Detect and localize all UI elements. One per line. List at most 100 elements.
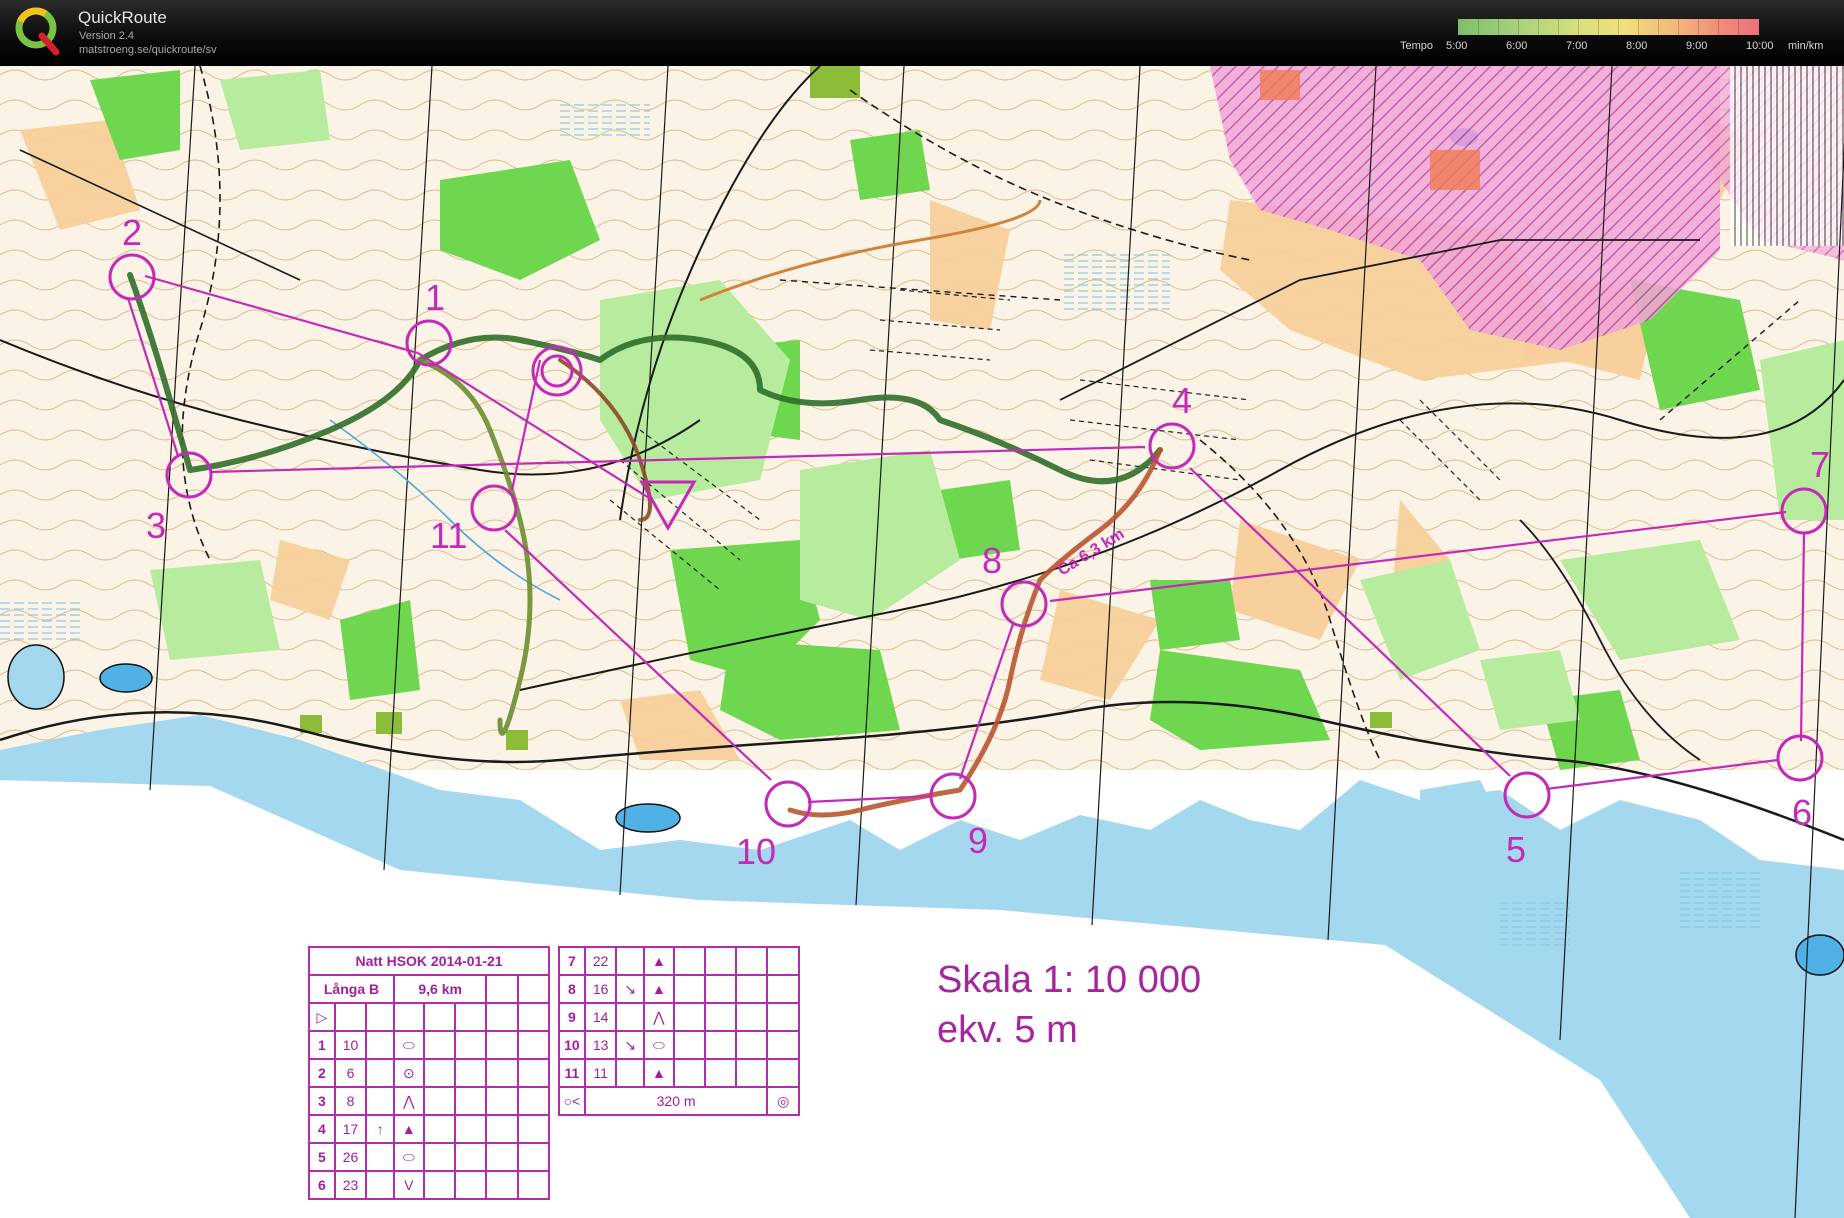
course-length: 9,6 km — [392, 974, 488, 1004]
control-num: 7 — [558, 946, 586, 976]
lake — [7, 644, 65, 710]
control-feature: ⬭ — [643, 1030, 675, 1060]
finish-icon: ◎ — [766, 1086, 800, 1116]
control-direction — [365, 1170, 395, 1200]
control-code: 22 — [583, 946, 618, 976]
control-code: 23 — [333, 1170, 368, 1200]
control-row: 9 14 ⋀ — [558, 1002, 800, 1032]
app-title: QuickRoute — [78, 8, 167, 27]
tempo-label: Tempo — [1400, 40, 1434, 52]
control-number-5: 5 — [1506, 829, 1526, 870]
tempo-scale-tick — [1658, 19, 1659, 35]
control-row: 6 23 V — [308, 1170, 551, 1200]
control-feature: ⋀ — [643, 1002, 675, 1032]
control-direction — [365, 1142, 395, 1172]
finish-distance: 320 m — [583, 1086, 769, 1116]
control-code: 11 — [583, 1058, 618, 1088]
control-direction: ↑ — [365, 1114, 395, 1144]
tempo-scale-tick — [1518, 19, 1519, 35]
tempo-legend: Tempo 5:00 6:00 7:00 8:00 9:00 10:00 min… — [1398, 16, 1844, 56]
tempo-tick-label: 8:00 — [1626, 40, 1648, 52]
tempo-scale-tick — [1618, 19, 1619, 35]
control-feature: ⋀ — [393, 1086, 425, 1116]
control-feature: ⬭ — [393, 1030, 425, 1060]
control-num: 10 — [558, 1030, 586, 1060]
control-row: 7 22 ▲ — [558, 946, 800, 976]
control-feature: ⊙ — [393, 1058, 425, 1088]
control-code: 6 — [333, 1058, 368, 1088]
tempo-scale-tick — [1738, 19, 1739, 35]
control-num: 2 — [308, 1058, 336, 1088]
start-symbol: ▷ — [308, 1002, 336, 1032]
control-num: 8 — [558, 974, 586, 1004]
control-row: 10 13 ↘ ⬭ — [558, 1030, 800, 1060]
control-num: 5 — [308, 1142, 336, 1172]
tempo-scale-tick — [1578, 19, 1579, 35]
tempo-scale-tick — [1598, 19, 1599, 35]
control-number-11: 11 — [430, 515, 467, 556]
control-number-4: 4 — [1172, 380, 1192, 421]
control-feature: ⬭ — [393, 1142, 425, 1172]
control-number-8: 8 — [982, 540, 1002, 581]
control-feature: ▲ — [643, 974, 675, 1004]
control-num: 6 — [308, 1170, 336, 1200]
tempo-color-scale — [1458, 19, 1759, 35]
control-number-1: 1 — [425, 277, 445, 318]
control-direction — [365, 1030, 395, 1060]
course-name: Långa B — [308, 974, 395, 1004]
control-description-sheet: Natt HSOK 2014-01-21 Långa B 9,6 km ▷ 1 … — [308, 946, 551, 1200]
dark-vegetation-lines — [1730, 66, 1844, 246]
tempo-tick-label: 10:00 — [1746, 40, 1774, 52]
control-direction — [365, 1058, 395, 1088]
control-row: 1 10 ⬭ — [308, 1030, 551, 1060]
control-num: 9 — [558, 1002, 586, 1032]
control-code: 8 — [333, 1086, 368, 1116]
control-code: 14 — [583, 1002, 618, 1032]
tempo-unit: min/km — [1788, 40, 1824, 52]
tempo-scale-tick — [1478, 19, 1479, 35]
control-num: 11 — [558, 1058, 586, 1088]
control-description-sheet-2: 7 22 ▲ 8 16 ↘ ▲ 9 14 ⋀ 10 13 ↘ ⬭ 11 11 ▲… — [558, 946, 800, 1116]
control-number-10: 10 — [736, 831, 776, 872]
control-num: 4 — [308, 1114, 336, 1144]
orienteering-map[interactable]: 1 2 3 4 5 6 7 8 9 10 11 Ca 6,3 km — [0, 66, 1844, 1218]
tempo-tick-label: 7:00 — [1566, 40, 1588, 52]
tempo-scale-tick — [1718, 19, 1719, 35]
control-row: 5 26 ⬭ — [308, 1142, 551, 1172]
finish-row: ○< 320 m ◎ — [558, 1086, 800, 1116]
event-title: Natt HSOK 2014-01-21 — [308, 946, 550, 976]
tempo-scale-tick — [1638, 19, 1639, 35]
control-row: 11 11 ▲ — [558, 1058, 800, 1088]
control-number-2: 2 — [122, 212, 142, 253]
tempo-tick-label: 6:00 — [1506, 40, 1528, 52]
app-titlebar: QuickRoute Version 2.4 matstroeng.se/qui… — [0, 0, 1844, 66]
finish-start-icon: ○< — [558, 1086, 586, 1116]
control-number-6: 6 — [1792, 792, 1812, 833]
control-direction — [615, 946, 646, 976]
app-url[interactable]: matstroeng.se/quickroute/sv — [79, 44, 217, 56]
control-direction: ↘ — [615, 1030, 646, 1060]
control-direction — [615, 1002, 646, 1032]
quickroute-logo-icon — [15, 7, 60, 56]
control-feature: ▲ — [643, 1058, 675, 1088]
control-code: 17 — [333, 1114, 368, 1144]
tempo-scale-tick — [1498, 19, 1499, 35]
control-num: 1 — [308, 1030, 336, 1060]
tempo-scale-tick — [1558, 19, 1559, 35]
control-feature: ▲ — [393, 1114, 425, 1144]
app-version: Version 2.4 — [79, 30, 135, 42]
control-row: 4 17 ↑ ▲ — [308, 1114, 551, 1144]
lake — [1795, 934, 1844, 976]
control-code: 10 — [333, 1030, 368, 1060]
map-scale: Skala 1: 10 000 ekv. 5 m — [937, 955, 1201, 1055]
control-feature: ▲ — [643, 946, 675, 976]
tempo-scale-tick — [1678, 19, 1679, 35]
control-direction: ↘ — [615, 974, 646, 1004]
control-code: 13 — [583, 1030, 618, 1060]
control-code: 16 — [583, 974, 618, 1004]
lake — [99, 663, 153, 693]
control-number-9: 9 — [968, 820, 988, 861]
tempo-tick-label: 9:00 — [1686, 40, 1708, 52]
control-feature: V — [393, 1170, 425, 1200]
control-number-7: 7 — [1810, 444, 1830, 485]
